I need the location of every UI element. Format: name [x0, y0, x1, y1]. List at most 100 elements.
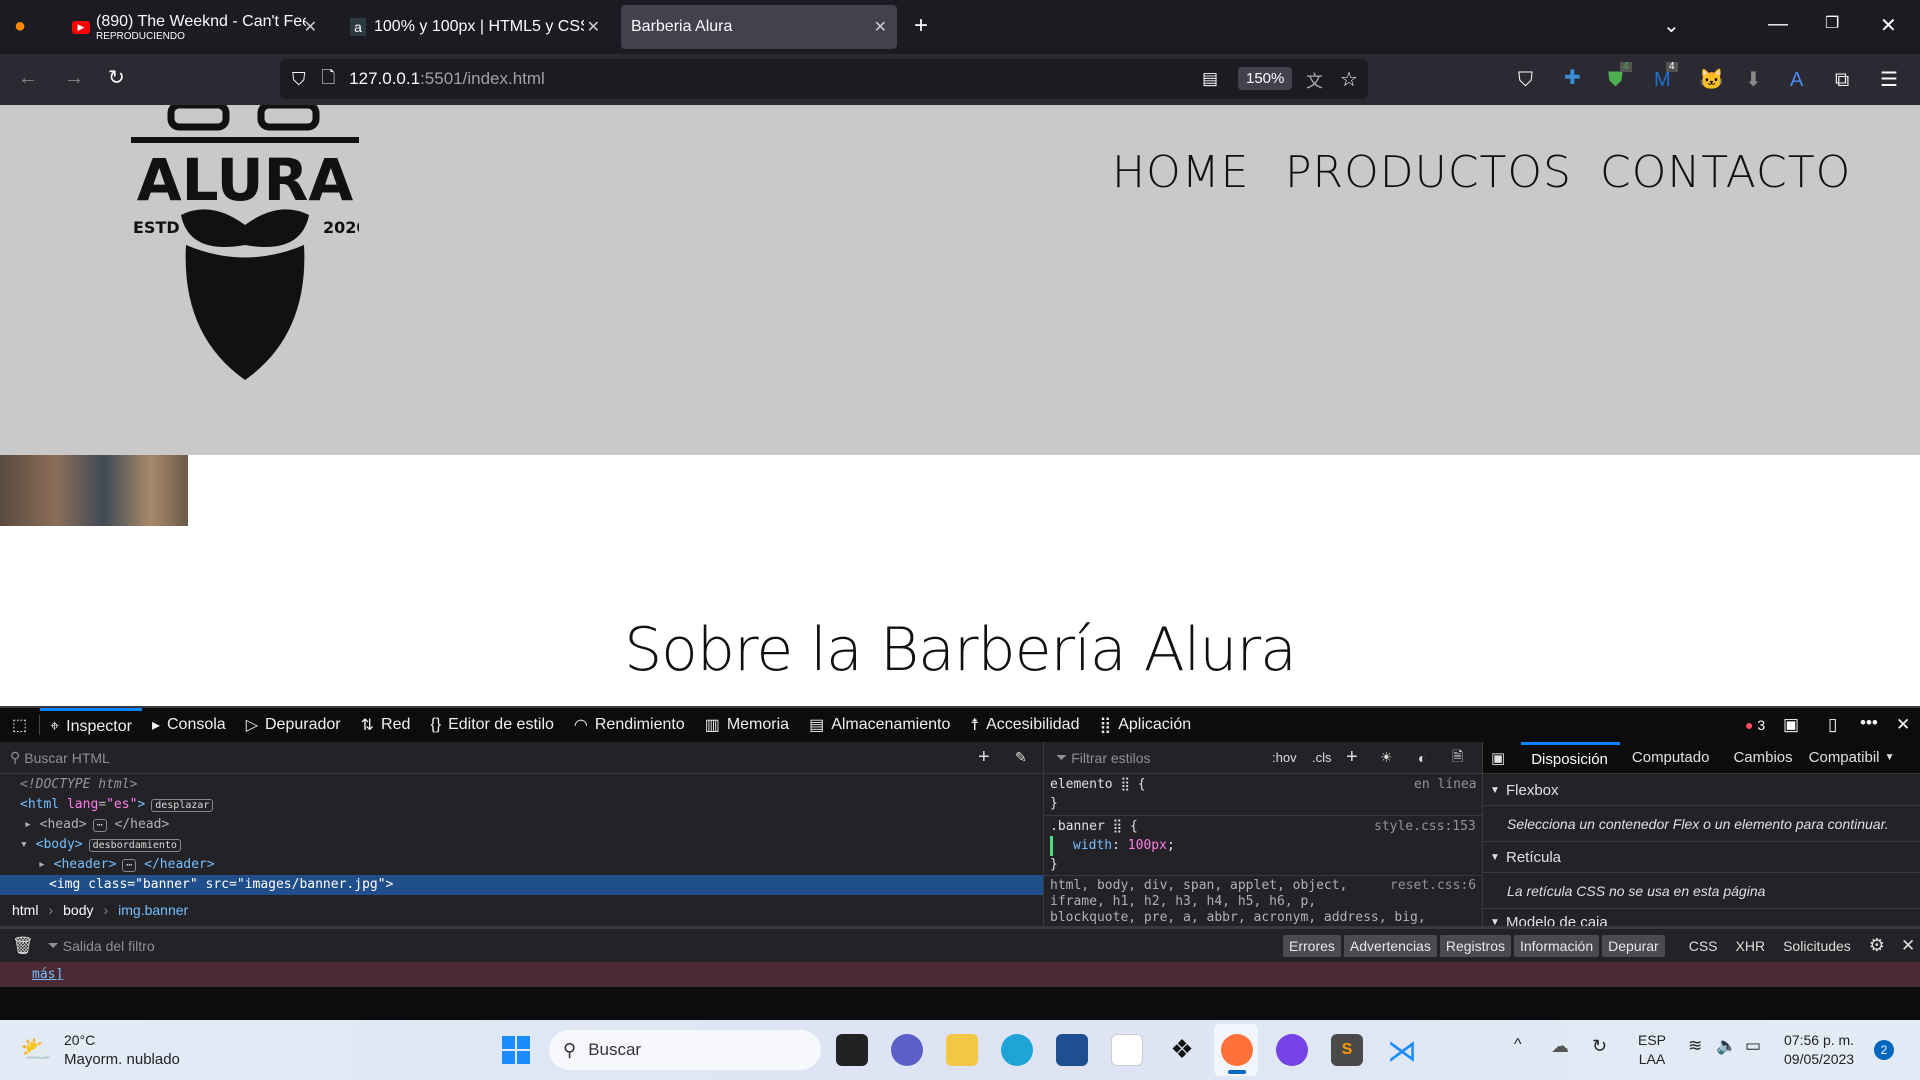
tab-compatibilidad[interactable]: Compatibil — [1805, 749, 1885, 766]
selected-img-node[interactable]: <img class="banner" src="images/banner.j… — [0, 875, 1043, 895]
nav-productos[interactable]: PRODUCTOS — [1285, 147, 1572, 198]
eyedropper-icon[interactable]: ✎ — [1015, 749, 1027, 766]
learn-more-link[interactable]: más] — [32, 967, 63, 982]
tab-accesibilidad[interactable]: ☨ Accesibilidad — [960, 708, 1089, 742]
doctype-node[interactable]: <!DOCTYPE html> — [20, 775, 137, 795]
pocket-icon[interactable]: ⛉ — [1518, 70, 1533, 90]
shield-icon[interactable]: ⛉ — [292, 69, 306, 90]
show-hidden-icons-chevron[interactable]: ^ — [1514, 1036, 1522, 1054]
weather-temp[interactable]: 20°C — [64, 1032, 95, 1048]
cls-toggle[interactable]: .cls — [1312, 750, 1332, 765]
rule-selector[interactable]: .banner ⣿ { — [1050, 817, 1138, 837]
download-extension-icon[interactable]: ⬇ — [1745, 70, 1762, 90]
tab-alura[interactable]: a 100% y 100px | HTML5 y CSS3 p ✕ — [340, 5, 610, 49]
more-options-icon[interactable]: ••• — [1860, 714, 1878, 731]
new-tab-icon[interactable]: + — [914, 14, 928, 38]
tab-barberia[interactable]: Barberia Alura ✕ — [621, 5, 897, 49]
task-view-icon[interactable] — [836, 1034, 868, 1066]
extension-icon[interactable]: ✚ — [1564, 68, 1581, 88]
reload-icon[interactable]: ↻ — [108, 68, 125, 88]
responsive-design-icon[interactable]: ▯ — [1828, 716, 1837, 733]
google-translate-icon[interactable]: A — [1790, 70, 1803, 90]
alura-logo[interactable]: ALURA ESTD 2020 — [131, 105, 368, 380]
tab-red[interactable]: ⇅ Red — [351, 708, 421, 742]
tab-disposicion[interactable]: Disposición — [1521, 741, 1620, 774]
overflow-badge[interactable]: desbordamiento — [88, 839, 181, 852]
amazon-icon[interactable] — [1111, 1034, 1143, 1066]
rule-source[interactable]: reset.css:6 — [1390, 876, 1476, 896]
console-input[interactable] — [0, 987, 1920, 1020]
html-node[interactable]: <html lang="es"> desplazar — [20, 795, 214, 815]
breadcrumb-html[interactable]: html — [12, 902, 38, 918]
nav-contacto[interactable]: CONTACTO — [1600, 147, 1851, 198]
filter-depurar[interactable]: Depurar — [1602, 934, 1665, 957]
html-search[interactable]: ⚲ Buscar HTML + ✎ — [0, 742, 1043, 774]
breadcrumb-body[interactable]: body — [63, 902, 93, 918]
url-bar[interactable]: ⛉ 🗋 127.0.0.1:5501/index.html ▤ 150% 文 ☆ — [280, 59, 1368, 99]
start-button[interactable] — [502, 1036, 530, 1064]
restore-icon[interactable]: ❐ — [1825, 16, 1839, 32]
filter-errores[interactable]: Errores — [1283, 934, 1341, 957]
collapsed-icon[interactable]: ⋯ — [122, 859, 137, 872]
console-filter-input[interactable]: Salida del filtro — [63, 938, 155, 954]
back-icon[interactable]: ← — [18, 68, 38, 88]
rule-selector[interactable]: elemento ⣿ { — [1050, 775, 1146, 795]
declaration[interactable]: width: 100px; — [1050, 836, 1175, 856]
dark-scheme-icon[interactable]: ◐ — [1418, 750, 1426, 766]
head-node[interactable]: ▸ <head> ⋯ </head> — [24, 815, 169, 835]
reader-view-icon[interactable]: ▤ — [1202, 69, 1218, 89]
firefox-icon[interactable]: ● — [14, 16, 26, 36]
menu-hamburger-icon[interactable]: ☰ — [1880, 70, 1898, 90]
header-node[interactable]: ▸ <header> ⋯ </header> — [38, 855, 215, 875]
firefox-icon[interactable] — [1221, 1034, 1253, 1066]
nav-home[interactable]: HOME — [1112, 147, 1249, 198]
tab-computado[interactable]: Computado — [1620, 749, 1722, 766]
teams-chat-icon[interactable] — [891, 1034, 923, 1066]
body-node[interactable]: ▾ <body> desbordamiento — [20, 835, 181, 855]
close-console-icon[interactable]: ✕ — [1901, 936, 1915, 956]
filter-advertencias[interactable]: Advertencias — [1343, 934, 1437, 957]
taskbar-search[interactable]: ⚲ Buscar — [549, 1030, 821, 1070]
close-window-icon[interactable]: ✕ — [1880, 16, 1897, 36]
close-tab-icon[interactable]: ✕ — [304, 17, 317, 37]
list-tabs-chevron-icon[interactable]: ⌄ — [1663, 16, 1680, 36]
language-indicator[interactable]: ESP LAA — [1638, 1031, 1666, 1069]
sync-icon[interactable]: ↻ — [1592, 1036, 1607, 1057]
bookmark-star-icon[interactable]: ☆ — [1340, 67, 1358, 92]
breadcrumb-img[interactable]: img.banner — [118, 902, 188, 918]
weather-desc[interactable]: Mayorm. nublado — [64, 1051, 180, 1068]
tab-depurador[interactable]: ▷ Depurador — [236, 708, 351, 742]
cat-extension-icon[interactable]: 🐱 — [1699, 70, 1724, 90]
collapsed-icon[interactable]: ⋯ — [92, 819, 107, 832]
element-picker-icon[interactable]: ⬚ — [0, 715, 41, 735]
adguard-icon[interactable]: ⛊ 4 — [1608, 62, 1632, 90]
filter-css[interactable]: CSS — [1689, 938, 1718, 954]
wifi-icon[interactable]: ≋ — [1688, 1036, 1702, 1056]
tab-consola[interactable]: ▸ Consola — [142, 708, 236, 742]
close-tab-icon[interactable]: ✕ — [587, 17, 600, 37]
grid-section-header[interactable]: ▼ Retícula — [1482, 842, 1920, 873]
battery-icon[interactable]: ▭ — [1745, 1036, 1761, 1056]
tab-rendimiento[interactable]: ◠ Rendimiento — [564, 708, 695, 742]
microsoft-store-icon[interactable] — [1056, 1034, 1088, 1066]
chevron-down-icon[interactable]: ▼ — [1885, 752, 1895, 763]
tab-youtube[interactable]: ▶ (890) The Weeknd - Can't Feel My REPRO… — [62, 5, 327, 49]
vscode-icon[interactable]: ⋊ — [1386, 1034, 1418, 1068]
trash-icon[interactable]: 🗑 — [12, 936, 34, 956]
tab-almacenamiento[interactable]: ▤ Almacenamiento — [799, 708, 960, 742]
print-media-icon[interactable]: 🗎 — [1452, 746, 1463, 770]
malwarebytes-icon[interactable]: M4 — [1654, 62, 1678, 90]
close-devtools-icon[interactable]: ✕ — [1896, 716, 1910, 733]
weather-icon[interactable]: ⛅ — [20, 1034, 52, 1065]
filter-registros[interactable]: Registros — [1439, 934, 1511, 957]
onedrive-icon[interactable]: ☁ — [1551, 1036, 1569, 1057]
minimize-icon[interactable]: — — [1768, 14, 1788, 34]
console-settings-icon[interactable]: ⚙ — [1869, 935, 1885, 956]
toggle-sidebar-icon[interactable]: ▣ — [1491, 749, 1505, 767]
filter-xhr[interactable]: XHR — [1736, 938, 1766, 954]
file-explorer-icon[interactable] — [946, 1034, 978, 1066]
tab-inspector[interactable]: ⌖ Inspector — [40, 708, 142, 742]
add-rule-icon[interactable]: + — [1346, 746, 1358, 769]
tab-editor-estilo[interactable]: {} Editor de estilo — [420, 708, 564, 742]
firefox-dev-icon[interactable] — [1276, 1034, 1308, 1066]
